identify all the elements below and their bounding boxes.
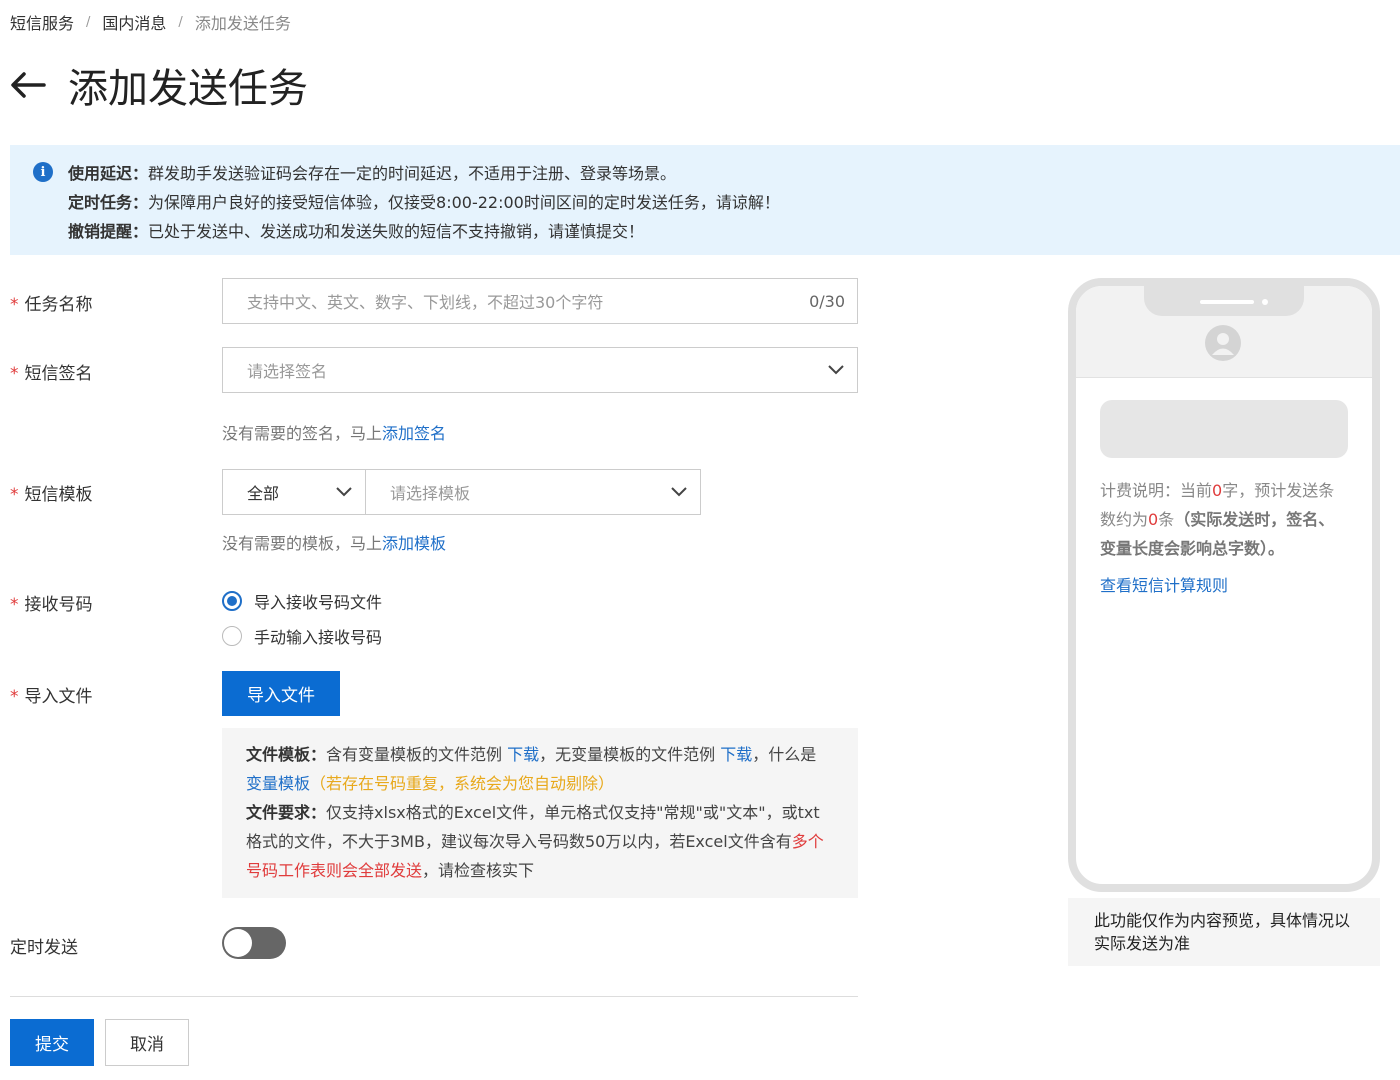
phone-header (1076, 286, 1372, 378)
template-category-value: 全部 (247, 484, 280, 503)
chevron-down-icon (828, 365, 844, 375)
notice-line: 使用延迟：群发助手发送验证码会存在一定的时间延迟，不适用于注册、登录等场景。 (68, 164, 677, 183)
task-name-input[interactable]: 支持中文、英文、数字、下划线，不超过30个字符 0/30 (222, 278, 858, 324)
chevron-down-icon (671, 487, 687, 497)
breadcrumb-item-sms-service[interactable]: 短信服务 (10, 10, 74, 34)
breadcrumb-item-domestic[interactable]: 国内消息 (102, 10, 166, 34)
radio-checked-icon (222, 591, 242, 611)
radio-unchecked-icon (222, 626, 242, 646)
back-arrow-icon[interactable] (10, 67, 46, 103)
signature-label: * 短信签名 (10, 364, 93, 384)
cancel-button[interactable]: 取消 (105, 1019, 189, 1066)
billing-info: 计费说明：当前0字，预计发送条数约为0条（实际发送时，签名、变量长度会影响总字数… (1100, 481, 1335, 558)
signature-placeholder: 请选择签名 (247, 362, 328, 381)
chevron-down-icon (336, 487, 352, 497)
schedule-label: 定时发送 (10, 938, 78, 958)
radio-manual-input[interactable]: 手动输入接收号码 (222, 624, 382, 648)
notice-line: 定时任务：为保障用户良好的接受短信体验，仅接受8:00-22:00时间区间的定时… (68, 193, 780, 212)
notice-line: 撤销提醒：已处于发送中、发送成功和发送失败的短信不支持撤销，请谨慎提交！ (68, 222, 645, 241)
download-variable-template-link[interactable]: 下载 (507, 745, 539, 764)
variable-template-link[interactable]: 变量模板 (246, 774, 310, 793)
message-bubble (1100, 400, 1348, 458)
import-file-button[interactable]: 导入文件 (222, 671, 340, 716)
divider (10, 996, 858, 997)
submit-button[interactable]: 提交 (10, 1019, 94, 1066)
template-category-select[interactable]: 全部 (222, 469, 366, 515)
template-select[interactable]: 请选择模板 (365, 469, 701, 515)
page-header: 添加发送任务 (10, 56, 308, 114)
file-require-text: 文件要求：仅支持xlsx格式的Excel文件，单元格式仅支持"常规"或"文本"，… (246, 803, 824, 880)
task-name-label: * 任务名称 (10, 295, 93, 315)
radio-import-file[interactable]: 导入接收号码文件 (222, 589, 382, 613)
breadcrumb-separator: / (86, 14, 91, 30)
signature-hint: 没有需要的签名，马上添加签名 (222, 424, 447, 443)
download-plain-template-link[interactable]: 下载 (720, 745, 752, 764)
template-hint: 没有需要的模板，马上添加模板 (222, 534, 447, 553)
template-placeholder: 请选择模板 (390, 484, 471, 503)
avatar-icon (1205, 325, 1241, 361)
notice-banner: i 使用延迟：群发助手发送验证码会存在一定的时间延迟，不适用于注册、登录等场景。… (10, 145, 1400, 255)
info-icon: i (33, 162, 53, 182)
add-signature-link[interactable]: 添加签名 (382, 424, 446, 443)
preview-note: 此功能仅作为内容预览，具体情况以实际发送为准 (1068, 898, 1380, 966)
char-counter: 0/30 (809, 291, 845, 311)
phone-preview: 计费说明：当前0字，预计发送条数约为0条（实际发送时，签名、变量长度会影响总字数… (1068, 278, 1380, 892)
signature-select[interactable]: 请选择签名 (222, 347, 858, 393)
sms-billing-rules-link[interactable]: 查看短信计算规则 (1100, 572, 1228, 596)
breadcrumb-separator: / (178, 14, 183, 30)
breadcrumb-item-current: 添加发送任务 (194, 14, 291, 33)
recipients-label: * 接收号码 (10, 595, 93, 615)
schedule-toggle[interactable] (222, 927, 286, 959)
task-name-placeholder: 支持中文、英文、数字、下划线，不超过30个字符 (247, 293, 604, 312)
toggle-knob (224, 929, 252, 957)
file-info-box: 文件模板：含有变量模板的文件范例 下载，无变量模板的文件范例 下载，什么是 变量… (222, 728, 858, 898)
add-template-link[interactable]: 添加模板 (382, 534, 446, 553)
page-title: 添加发送任务 (68, 66, 308, 112)
import-file-label: * 导入文件 (10, 687, 93, 707)
template-label: * 短信模板 (10, 485, 93, 505)
phone-notch (1144, 286, 1304, 316)
file-template-text: 文件模板：含有变量模板的文件范例 下载，无变量模板的文件范例 下载，什么是 变量… (246, 745, 817, 793)
breadcrumb: 短信服务 / 国内消息 / 添加发送任务 (10, 10, 291, 34)
